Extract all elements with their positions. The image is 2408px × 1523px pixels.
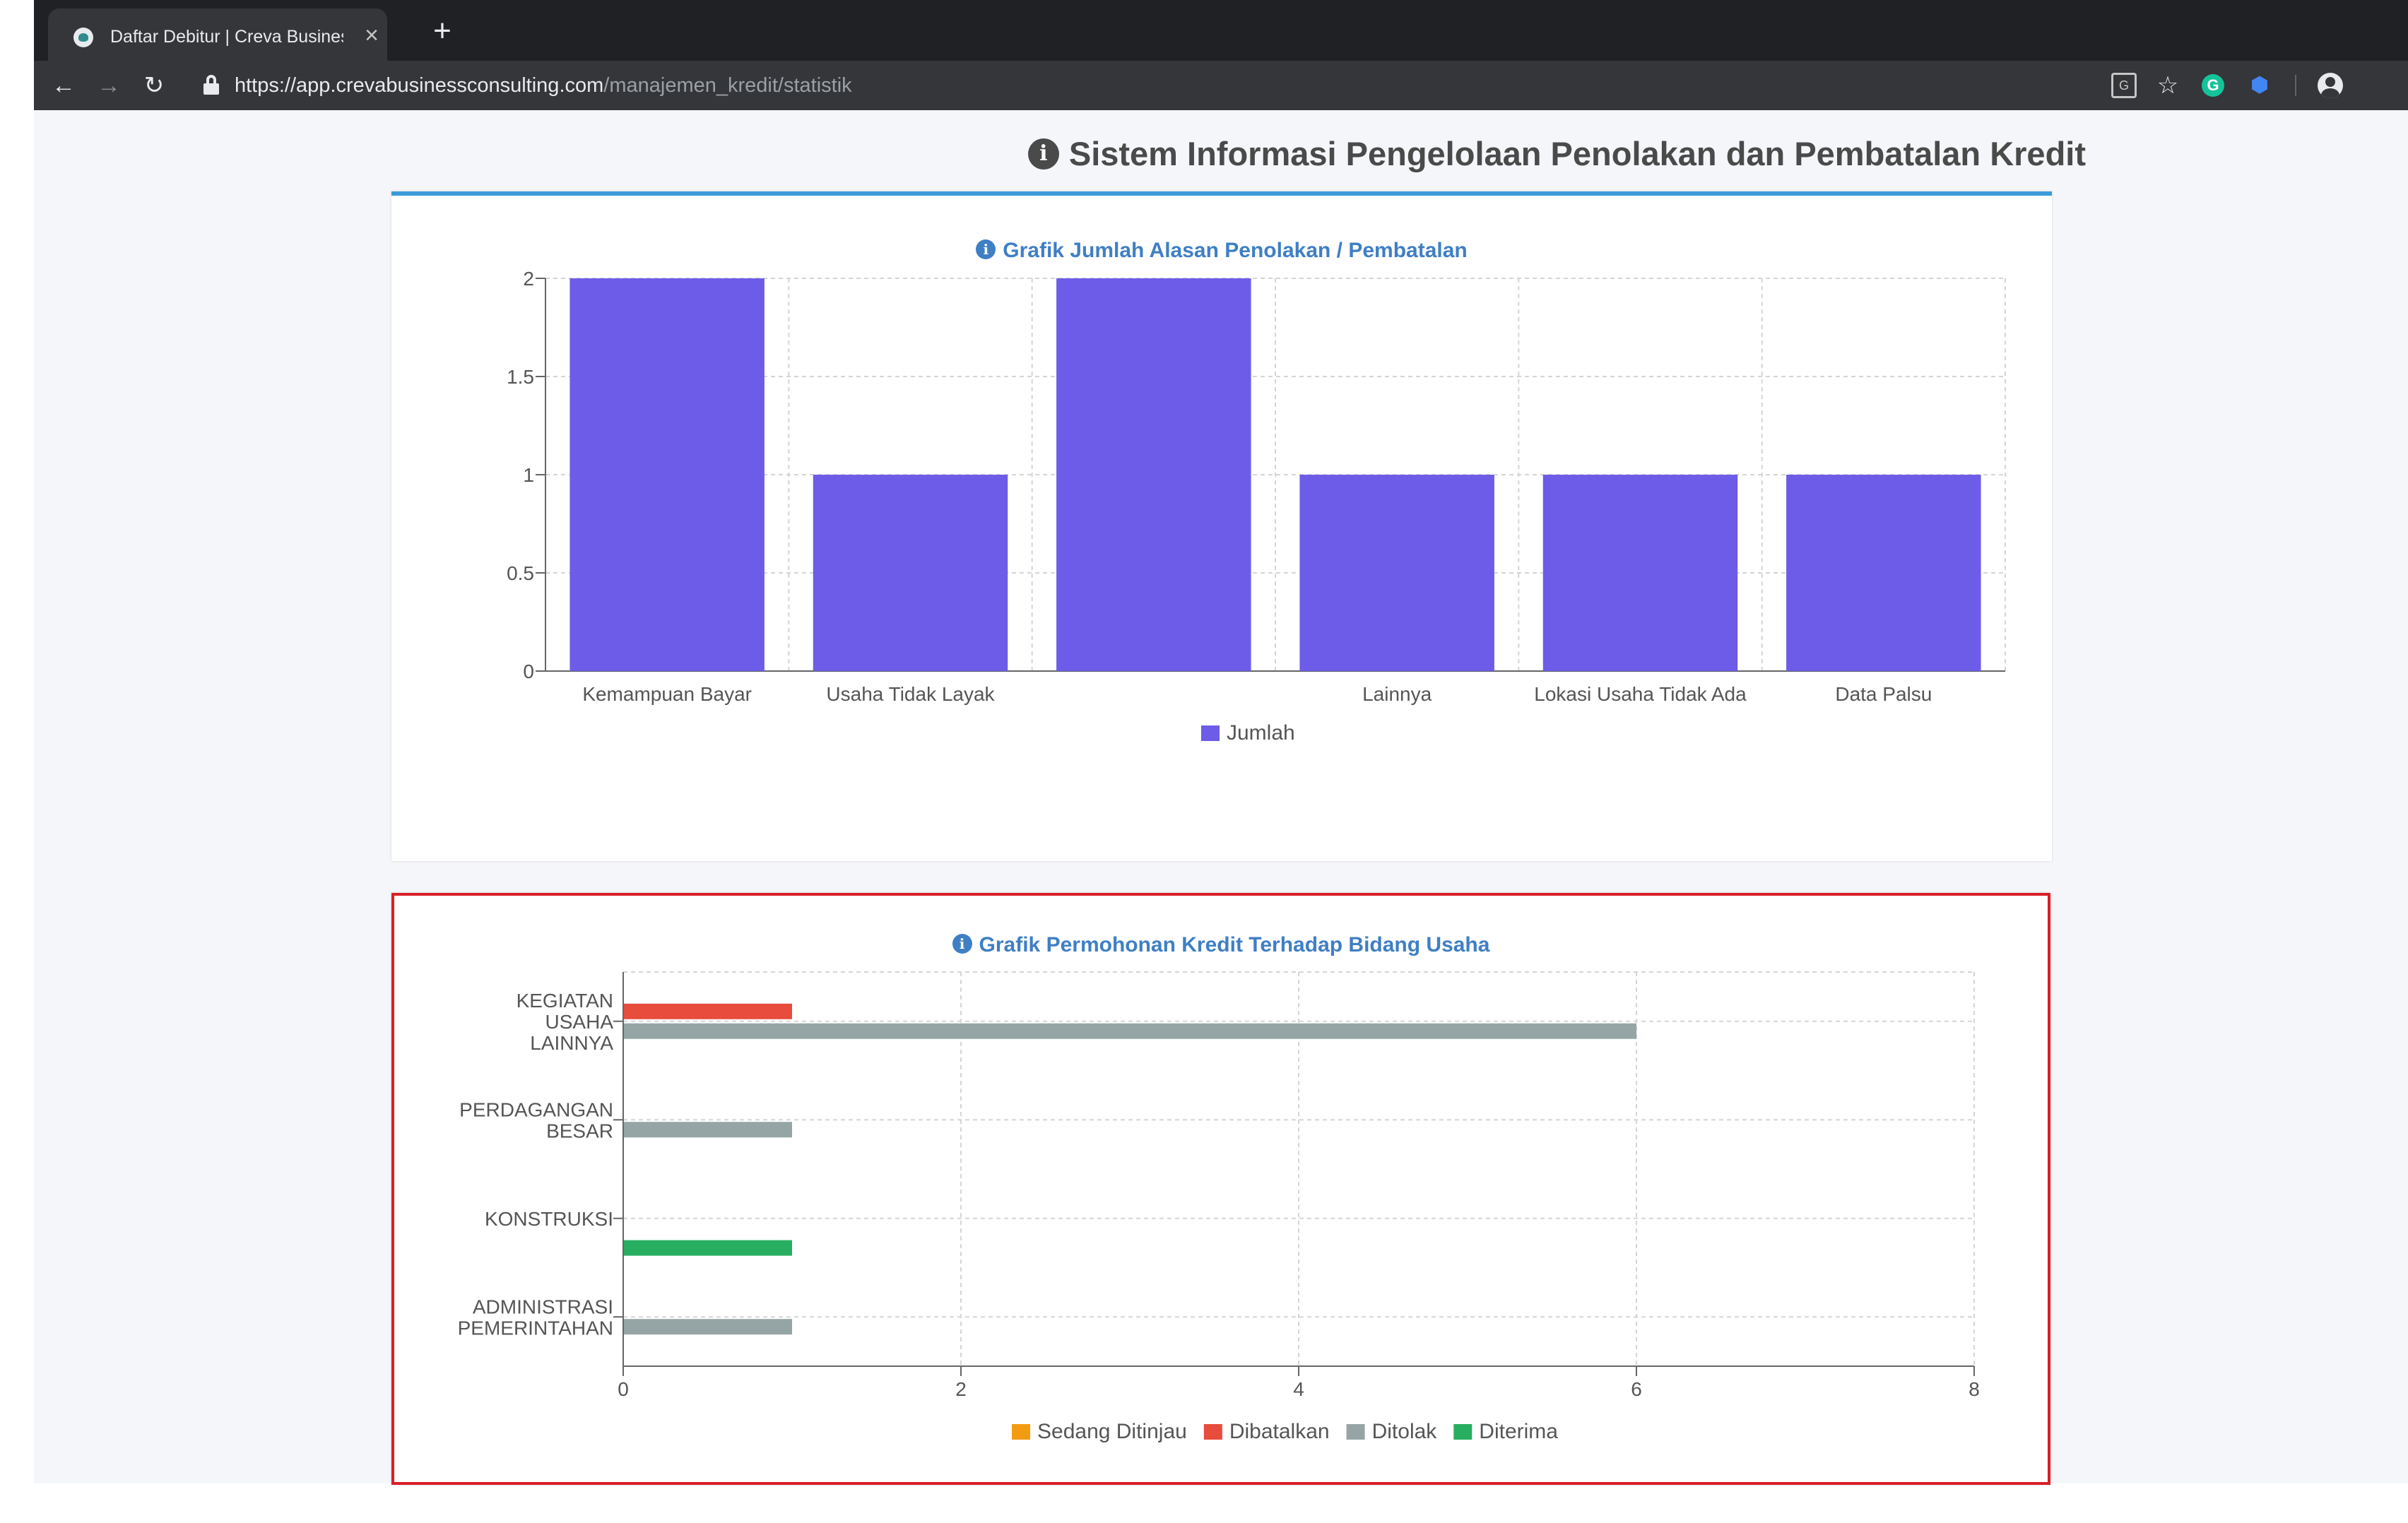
address-bar[interactable]: https://app.crevabusinessconsulting.com/… [235, 72, 852, 99]
y-tick-label: BESAR [546, 1120, 613, 1142]
bar [1786, 475, 1981, 671]
y-tick-label: ADMINISTRASI [473, 1296, 613, 1317]
url-host: https://app.crevabusinessconsulting.com [235, 74, 604, 97]
bookmark-star-icon[interactable]: ☆ [2155, 73, 2180, 98]
grammarly-extension-icon[interactable]: G [2202, 74, 2224, 97]
x-tick-label: 8 [1969, 1378, 1980, 1400]
y-tick-label: KONSTRUKSI [485, 1208, 613, 1230]
sector-horizontal-bar-chart: 0 2 4 6 8 KEGIATANUSAHALAINNYA PERDAGANGANBESA… [458, 971, 1980, 1443]
legend-label: Sedang Ditinjau [1037, 1420, 1187, 1443]
page-content: i Sistem Informasi Pengelolaan Penolakan … [34, 110, 2408, 1485]
legend-swatch [1201, 725, 1220, 741]
business-sector-chart-card: i Grafik Permohonan Kredit Terhadap Bidan… [391, 893, 2050, 1485]
toolbar-divider [2295, 75, 2296, 96]
browser-menu-icon[interactable]: ⋮ [2398, 73, 2408, 98]
reload-button[interactable]: ↻ [140, 71, 168, 100]
legend-label: Diterima [1479, 1420, 1558, 1443]
y-tick-label: 2 [523, 268, 534, 290]
bar [569, 278, 765, 671]
favicon-icon [73, 28, 93, 47]
page-title-text: Sistem Informasi Pengelolaan Penolakan d… [1068, 135, 2086, 172]
profile-avatar-icon[interactable] [2318, 73, 2343, 98]
y-tick-label: 0.5 [507, 562, 534, 584]
y-tick-label: USAHA [545, 1011, 614, 1033]
legend-label: Jumlah [1227, 721, 1295, 745]
info-icon: i [1027, 138, 1059, 170]
bar [1299, 475, 1494, 671]
x-tick-label: 6 [1631, 1378, 1642, 1400]
y-tick-label: KEGIATAN [517, 990, 613, 1012]
x-tick-label: Data Palsu [1835, 683, 1932, 705]
bar [623, 1240, 792, 1256]
x-tick-label: Kemampuan Bayar [582, 683, 752, 705]
forward-button[interactable]: → [95, 71, 123, 100]
page-title: i Sistem Informasi Pengelolaan Penolakan … [1023, 131, 2086, 177]
extension-icon[interactable]: ⬢ [2247, 73, 2272, 98]
y-tick-label: PERDAGANGAN [459, 1098, 613, 1120]
browser-toolbar: ← → ↻ https://app.crevabusinessconsultin… [34, 61, 2408, 110]
y-tick-label: 0 [523, 660, 534, 682]
legend-swatch [1203, 1424, 1222, 1440]
x-tick-label: 0 [618, 1378, 629, 1400]
bar [1542, 475, 1738, 671]
legend-label: Dibatalkan [1229, 1420, 1330, 1443]
browser-tab-bar: Daftar Debitur | Creva Business Consulti… [34, 0, 2408, 61]
bar [623, 1003, 792, 1019]
translate-icon[interactable]: G [2111, 73, 2137, 98]
legend-swatch [1346, 1424, 1365, 1440]
x-tick-label: 4 [1293, 1378, 1304, 1400]
x-tick-label: 2 [955, 1378, 967, 1400]
x-tick-label: Lainnya [1362, 683, 1432, 705]
y-tick-label: 1.5 [507, 366, 534, 388]
reasons-bar-chart: 0 0.5 1 1.5 2 Kemampuan Bayar Usaha Tidak Laya… [507, 268, 2006, 745]
tab-close-icon[interactable]: × [359, 23, 384, 48]
tab-title: Daftar Debitur | Creva Business Consulti… [110, 27, 343, 47]
y-tick-label: PEMERINTAHAN [458, 1317, 613, 1339]
bar [813, 475, 1008, 671]
y-tick-label: LAINNYA [530, 1032, 613, 1054]
url-path: /manajemen_kredit/statistik [603, 74, 852, 97]
bar [623, 1319, 792, 1335]
legend-label: Ditolak [1372, 1420, 1438, 1443]
legend-swatch [1012, 1424, 1030, 1440]
reasons-chart-card: i Grafik Jumlah Alasan Penolakan / Pembat… [391, 191, 2052, 861]
new-tab-button[interactable]: + [428, 16, 456, 47]
browser-tab[interactable]: Daftar Debitur | Creva Business Consulti… [48, 8, 387, 61]
x-tick-label: Usaha Tidak Layak [826, 683, 995, 705]
bar [623, 1023, 1636, 1039]
y-tick-label: 1 [523, 464, 534, 486]
lock-icon[interactable] [203, 75, 219, 95]
back-button[interactable]: ← [49, 71, 78, 100]
bar [623, 1122, 792, 1138]
x-tick-label: Lokasi Usaha Tidak Ada [1534, 683, 1747, 705]
legend-swatch [1453, 1424, 1472, 1440]
bar [1056, 278, 1251, 671]
